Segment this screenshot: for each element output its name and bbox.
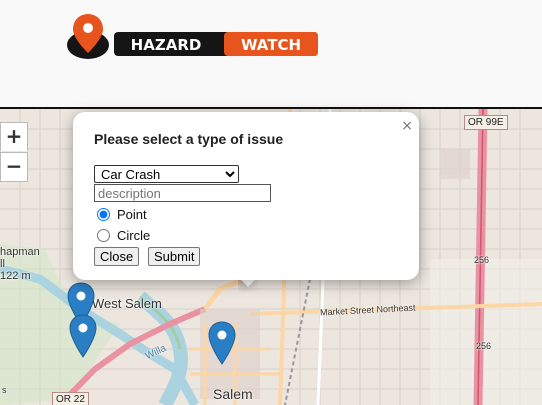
zoom-out-button[interactable]: − (0, 152, 28, 182)
shape-option-point[interactable]: Point (97, 207, 147, 222)
issue-popup: × Please select a type of issue Car Cras… (73, 112, 419, 280)
map-marker-pin[interactable] (69, 314, 97, 358)
app-header: HAZARD WATCH (0, 0, 542, 109)
highway-shield-or99e: OR 99E (464, 115, 508, 130)
popup-title: Please select a type of issue (94, 131, 284, 147)
map-label-edge: s (2, 385, 7, 395)
submit-button[interactable]: Submit (148, 247, 201, 266)
zoom-in-button[interactable]: + (0, 122, 28, 151)
shape-option-circle[interactable]: Circle (97, 228, 150, 243)
map-marker-pin[interactable] (208, 321, 236, 365)
popup-tip (238, 278, 258, 292)
description-input[interactable] (94, 184, 271, 202)
issue-type-select[interactable]: Car Crash (94, 165, 239, 183)
point-label: Point (117, 207, 147, 222)
svg-text:WATCH: WATCH (241, 36, 301, 54)
svg-text:HAZARD: HAZARD (131, 36, 202, 54)
map-label-256-lower: 256 (476, 341, 492, 351)
map-label-chapman: hapman (0, 246, 40, 258)
circle-label: Circle (117, 228, 151, 243)
circle-radio[interactable] (97, 229, 110, 242)
map-label-west-salem: West Salem (92, 296, 162, 311)
point-radio[interactable] (97, 208, 110, 221)
highway-shield-or22: OR 22 (52, 392, 89, 405)
map-label-256-upper: 256 (474, 255, 490, 265)
hazard-watch-logo: HAZARD WATCH (67, 14, 318, 59)
map-label-hill: ll (0, 258, 5, 270)
map-label-salem: Salem (213, 386, 253, 402)
close-button[interactable]: Close (94, 247, 140, 266)
map-label-elevation: 122 m (0, 270, 31, 282)
popup-close-icon[interactable]: × (401, 118, 413, 134)
